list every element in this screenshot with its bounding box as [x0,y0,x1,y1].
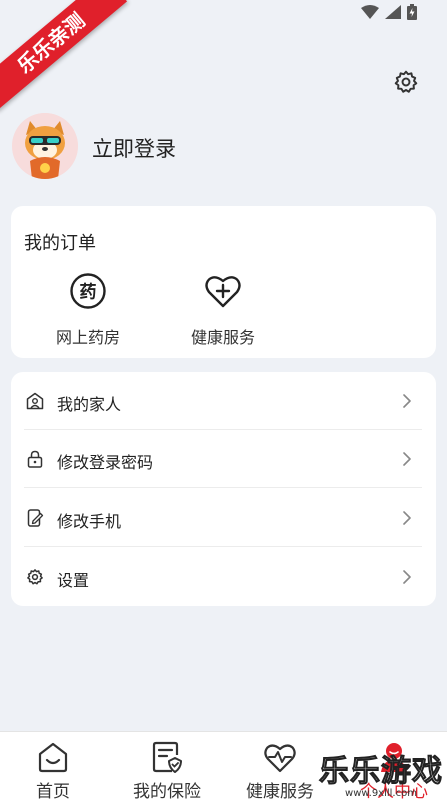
pharmacy-icon: 药 [70,273,106,309]
order-item-label: 健康服务 [190,328,255,347]
nav-label: 我的保险 [133,782,201,802]
login-link[interactable]: 立即登录 [92,133,176,163]
menu-card: 我的家人 修改登录密码 修改手机 设置 [11,372,436,606]
chevron-right-icon [403,394,411,408]
battery-icon [407,4,417,20]
nav-home[interactable]: 首页 [3,740,103,802]
watermark-brand: 乐乐游戏 [319,754,443,789]
chevron-right-icon [403,570,411,584]
dog-mascot-icon [12,113,78,179]
menu-item-label: 修改登录密码 [57,453,154,472]
gear-icon [27,569,43,585]
menu-item-family[interactable]: 我的家人 [24,372,422,430]
home-icon [38,742,68,773]
phone-edit-icon [27,509,44,527]
chevron-right-icon [403,452,411,466]
menu-item-settings[interactable]: 设置 [24,548,422,606]
avatar[interactable] [12,113,78,179]
nav-label: 首页 [36,782,70,802]
order-item-pharmacy[interactable]: 药 网上药房 [28,272,148,348]
menu-item-label: 我的家人 [57,395,122,414]
nav-label: 健康服务 [246,782,314,802]
watermark-url: www.9xlll.com [345,788,417,799]
brand-watermark: 乐乐游戏 www.9xlll.com [319,754,443,800]
menu-item-label: 设置 [57,571,90,590]
gear-icon [394,70,418,93]
heart-plus-icon [205,276,241,308]
order-item-label: 网上药房 [55,328,120,347]
order-item-health-service[interactable]: 健康服务 [163,272,283,348]
menu-item-label: 修改手机 [57,512,122,531]
svg-text:药: 药 [80,282,97,303]
insurance-icon [152,741,182,773]
menu-item-change-phone[interactable]: 修改手机 [24,489,422,547]
wifi-icon [361,5,379,19]
heart-pulse-icon [264,744,296,773]
chevron-right-icon [403,511,411,525]
lock-icon [27,450,43,468]
nav-insurance[interactable]: 我的保险 [117,740,217,802]
menu-item-change-password[interactable]: 修改登录密码 [24,430,422,488]
status-icons [361,4,417,20]
orders-card: 我的订单 药 网上药房 健康服务 [11,206,436,358]
signal-icon [385,5,401,19]
nav-health-service[interactable]: 健康服务 [230,740,330,802]
family-icon [26,392,44,410]
orders-title: 我的订单 [24,233,96,254]
settings-button[interactable] [393,69,419,95]
